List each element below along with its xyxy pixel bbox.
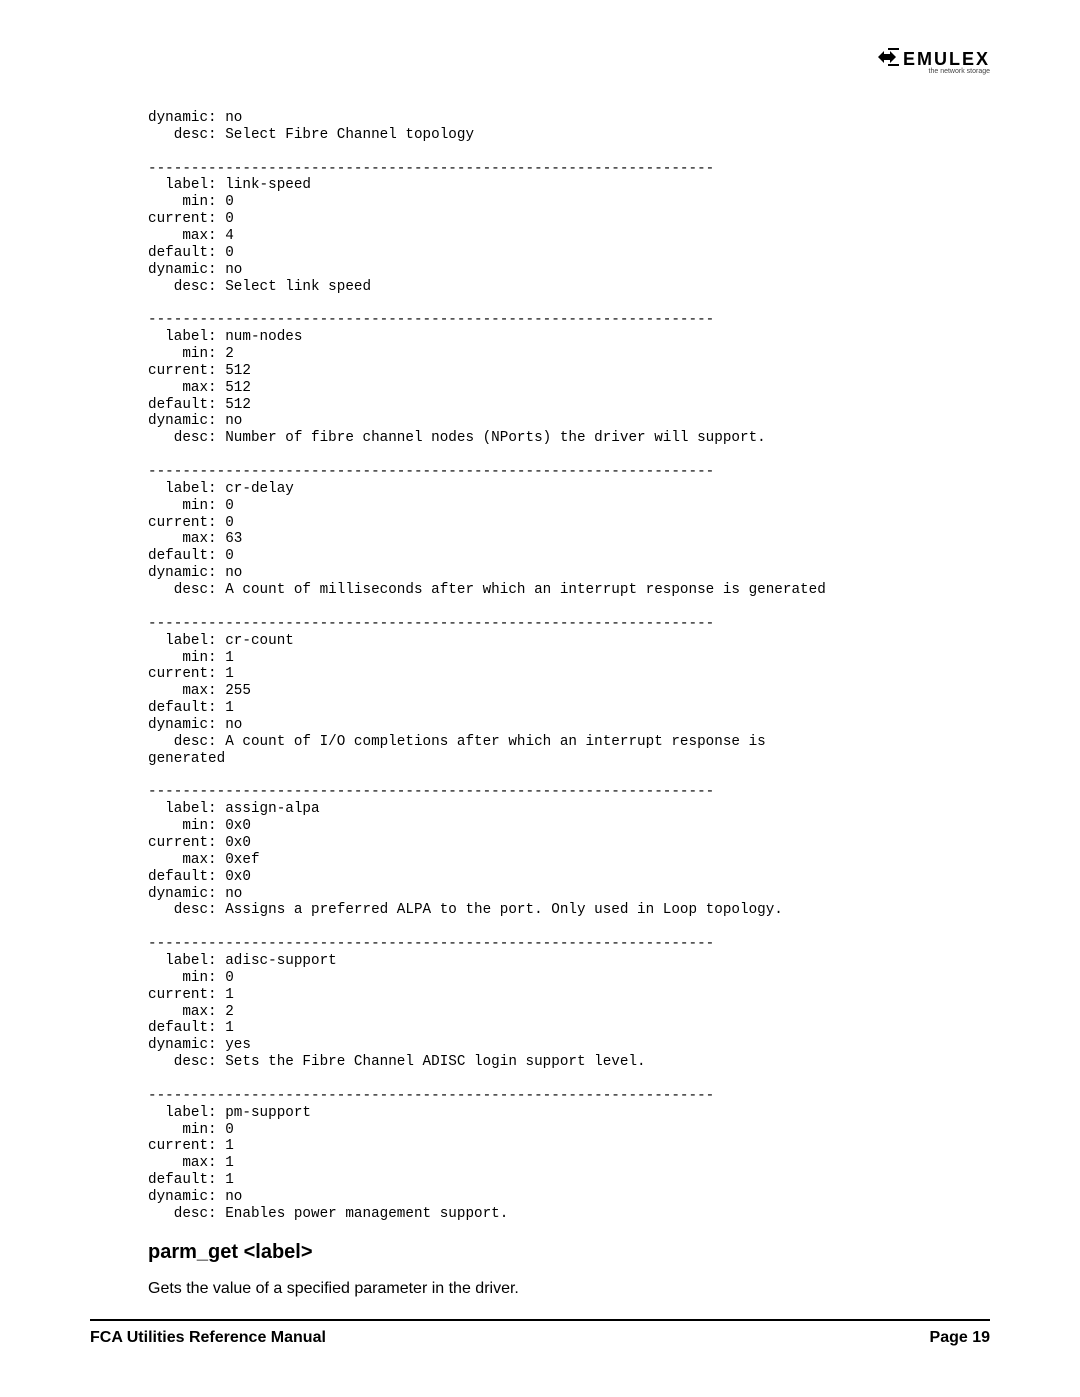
parameter-listing: dynamic: no desc: Select Fibre Channel t… xyxy=(148,110,990,1223)
footer-title: FCA Utilities Reference Manual xyxy=(90,1329,326,1347)
footer-page: Page 19 xyxy=(930,1329,990,1347)
section-heading: parm_get <label> xyxy=(148,1241,990,1264)
page-footer: FCA Utilities Reference Manual Page 19 xyxy=(90,1319,990,1347)
section-body: Gets the value of a specified parameter … xyxy=(148,1280,990,1298)
brand-logo: EMULEX the network storage xyxy=(878,48,990,71)
logo-icon xyxy=(878,48,899,71)
logo-tagline: the network storage xyxy=(929,68,990,75)
logo-text: EMULEX xyxy=(903,49,990,70)
